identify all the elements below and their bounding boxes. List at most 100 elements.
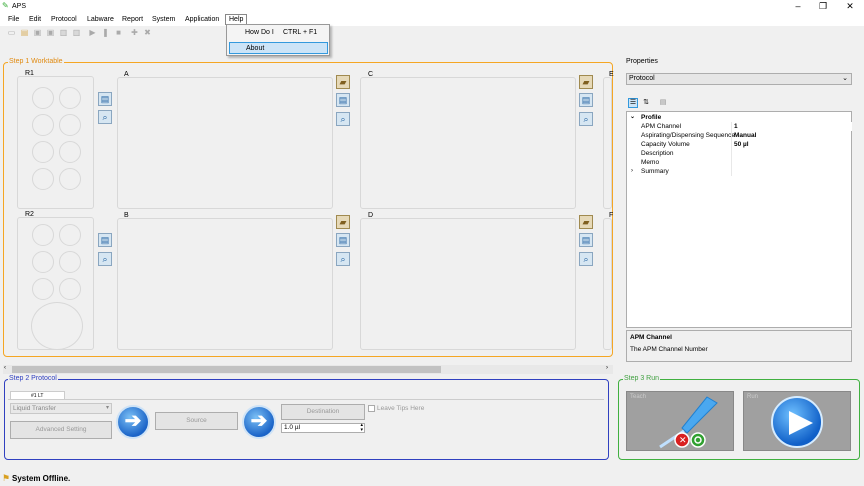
property-row[interactable]: APM Channel 1: [627, 122, 852, 131]
volume-stepper[interactable]: 1.0 µl ▴ ▾: [281, 423, 365, 433]
rack-slot[interactable]: [59, 141, 81, 163]
open-icon[interactable]: ▤: [20, 28, 29, 37]
b-labware-icon[interactable]: ▰: [336, 215, 350, 229]
rack-slot[interactable]: [59, 278, 81, 300]
menu-item-how-do-i[interactable]: How Do I CTRL + F1: [229, 27, 328, 39]
c-labware-icon[interactable]: ▰: [579, 75, 593, 89]
rack-slot[interactable]: [32, 87, 54, 109]
property-name: Summary: [641, 168, 669, 175]
rack-slot[interactable]: [32, 278, 54, 300]
rack-r1[interactable]: [17, 76, 94, 209]
rack-r2[interactable]: [17, 217, 94, 350]
c-setup-icon[interactable]: ▤: [579, 93, 593, 107]
scroll-left-icon[interactable]: ‹: [4, 365, 6, 371]
run-button[interactable]: Run: [743, 391, 851, 451]
rack-slot[interactable]: [32, 114, 54, 136]
maximize-button[interactable]: ❐: [816, 1, 830, 12]
scroll-right-icon[interactable]: ›: [606, 365, 608, 371]
close-button[interactable]: ✕: [843, 1, 857, 12]
d-setup-icon[interactable]: ▤: [579, 233, 593, 247]
property-row[interactable]: Description: [627, 149, 852, 158]
property-help-panel: APM Channel The APM Channel Number: [626, 330, 852, 362]
rack-slot[interactable]: [32, 141, 54, 163]
r1-setup-icon[interactable]: ▤: [98, 92, 112, 106]
expand-icon[interactable]: ›: [631, 167, 633, 176]
menu-report[interactable]: Report: [119, 14, 146, 25]
app-icon: ✎: [2, 1, 9, 10]
property-grid: ⌄ Profile APM Channel 1 Aspirating/Dispe…: [626, 111, 852, 328]
c-zoom-icon[interactable]: ⌕: [579, 112, 593, 126]
menu-file[interactable]: File: [5, 14, 22, 25]
rack-slot[interactable]: [59, 87, 81, 109]
d-zoom-icon[interactable]: ⌕: [579, 252, 593, 266]
properties-title: Properties: [626, 58, 658, 65]
stepper-arrows-icon[interactable]: ▴ ▾: [360, 423, 363, 433]
rack-large-slot[interactable]: [31, 302, 83, 350]
destination-arrow-button[interactable]: ➔: [242, 405, 276, 439]
position-f[interactable]: [603, 218, 612, 350]
how-do-i-label: How Do I: [245, 29, 274, 36]
worktable-scrollbar[interactable]: ‹ ›: [3, 365, 613, 374]
rack-slot[interactable]: [59, 114, 81, 136]
rack-slot[interactable]: [32, 224, 54, 246]
save-icon[interactable]: ▣: [33, 28, 42, 37]
d-labware-icon[interactable]: ▰: [579, 215, 593, 229]
new-icon[interactable]: ▭: [7, 28, 16, 37]
properties-selected-value: Protocol: [629, 75, 655, 82]
rack-slot[interactable]: [32, 251, 54, 273]
categorized-icon[interactable]: ☰: [628, 98, 638, 108]
menu-labware[interactable]: Labware: [84, 14, 117, 25]
menu-item-about[interactable]: About: [229, 42, 328, 54]
rack-slot[interactable]: [59, 251, 81, 273]
position-d[interactable]: [360, 218, 576, 350]
grid-splitter[interactable]: [731, 122, 732, 176]
leave-tips-checkbox[interactable]: [368, 405, 375, 412]
print-icon[interactable]: ▥: [59, 28, 68, 37]
menu-system[interactable]: System: [149, 14, 178, 25]
teach-button[interactable]: Teach ✕: [626, 391, 734, 451]
scrollbar-thumb[interactable]: [12, 366, 441, 373]
r2-zoom-icon[interactable]: ⌕: [98, 252, 112, 266]
property-row[interactable]: Memo: [627, 158, 852, 167]
position-c[interactable]: [360, 77, 576, 209]
properties-object-select[interactable]: Protocol ⌄: [626, 73, 852, 85]
save-all-icon[interactable]: ▣: [46, 28, 55, 37]
r1-zoom-icon[interactable]: ⌕: [98, 110, 112, 124]
property-row[interactable]: Aspirating/Dispensing Sequence Manual: [627, 131, 852, 140]
method-select[interactable]: Liquid Transfer ▾: [10, 403, 112, 414]
menu-protocol[interactable]: Protocol: [48, 14, 80, 25]
property-category[interactable]: ⌄ Profile: [627, 113, 852, 122]
remove-icon[interactable]: ✖: [143, 28, 152, 37]
advanced-setting-button[interactable]: Advanced Setting: [10, 421, 112, 439]
property-row[interactable]: Capacity Volume 50 µl: [627, 140, 852, 149]
rack-slot[interactable]: [32, 168, 54, 190]
a-labware-icon[interactable]: ▰: [336, 75, 350, 89]
b-zoom-icon[interactable]: ⌕: [336, 252, 350, 266]
source-button[interactable]: Source: [155, 412, 238, 430]
sort-alpha-icon[interactable]: ⇅: [641, 98, 651, 108]
tab-divider: [8, 399, 604, 400]
position-a[interactable]: [117, 77, 333, 209]
play-icon[interactable]: ▶: [88, 28, 97, 37]
b-setup-icon[interactable]: ▤: [336, 233, 350, 247]
about-label: About: [246, 45, 265, 52]
menu-edit[interactable]: Edit: [26, 14, 44, 25]
collapse-icon[interactable]: ⌄: [630, 113, 635, 122]
destination-button[interactable]: Destination: [281, 404, 365, 420]
a-zoom-icon[interactable]: ⌕: [336, 112, 350, 126]
property-row[interactable]: › Summary: [627, 167, 852, 176]
property-pages-icon[interactable]: ▤: [658, 98, 668, 108]
rack-slot[interactable]: [59, 168, 81, 190]
source-arrow-button[interactable]: ➔: [116, 405, 150, 439]
r2-setup-icon[interactable]: ▤: [98, 233, 112, 247]
position-b[interactable]: [117, 218, 333, 350]
print-preview-icon[interactable]: ▥: [72, 28, 81, 37]
stop-icon[interactable]: ■: [114, 28, 123, 37]
position-e[interactable]: [603, 77, 612, 209]
menu-application[interactable]: Application: [182, 14, 222, 25]
rack-slot[interactable]: [59, 224, 81, 246]
pause-icon[interactable]: ❚: [101, 28, 110, 37]
a-setup-icon[interactable]: ▤: [336, 93, 350, 107]
minimize-button[interactable]: –: [791, 1, 805, 12]
add-icon[interactable]: ✚: [130, 28, 139, 37]
